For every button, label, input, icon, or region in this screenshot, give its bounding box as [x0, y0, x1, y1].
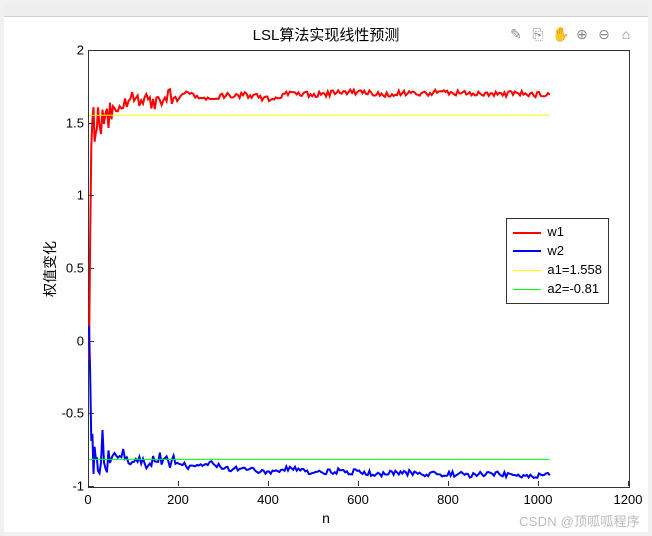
legend-swatch — [513, 270, 541, 271]
legend-swatch — [513, 250, 541, 252]
figure-toolbar — [4, 4, 648, 17]
legend-label: w1 — [547, 223, 564, 242]
legend-label: a1=1.558 — [547, 261, 602, 280]
legend-entry[interactable]: w1 — [513, 223, 602, 242]
x-tick-label: 600 — [347, 492, 369, 507]
x-tick-label: 0 — [84, 492, 91, 507]
x-tick-label: 400 — [257, 492, 279, 507]
legend-swatch — [513, 289, 541, 290]
y-tick-label: 1 — [44, 188, 84, 203]
y-tick-label: 0 — [44, 333, 84, 348]
legend-entry[interactable]: a2=-0.81 — [513, 280, 602, 299]
figure-window: LSL算法实现线性预测 ✎ ⎘ ✋ ⊕ ⊖ ⌂ w1w2a1=1.558a2=-… — [4, 4, 648, 532]
zoom-in-icon[interactable]: ⊕ — [574, 26, 590, 42]
datatip-icon[interactable]: ⎘ — [530, 26, 546, 42]
legend-entry[interactable]: w2 — [513, 242, 602, 261]
y-tick-label: -0.5 — [44, 406, 84, 421]
axes-toolstrip: ✎ ⎘ ✋ ⊕ ⊖ ⌂ — [508, 26, 634, 42]
series-w1 — [89, 89, 550, 359]
legend-swatch — [513, 232, 541, 234]
legend-label: a2=-0.81 — [547, 280, 599, 299]
y-tick-label: 0.5 — [44, 261, 84, 276]
y-tick-label: -1 — [44, 479, 84, 494]
legend[interactable]: w1w2a1=1.558a2=-0.81 — [506, 218, 609, 303]
x-tick-label: 1000 — [524, 492, 553, 507]
y-tick-label: 2 — [44, 43, 84, 58]
legend-entry[interactable]: a1=1.558 — [513, 261, 602, 280]
brush-icon[interactable]: ✎ — [508, 26, 524, 42]
zoom-out-icon[interactable]: ⊖ — [596, 26, 612, 42]
x-tick-label: 200 — [167, 492, 189, 507]
x-tick-label: 1200 — [614, 492, 643, 507]
x-tick-label: 800 — [437, 492, 459, 507]
axes[interactable]: w1w2a1=1.558a2=-0.81 — [88, 50, 630, 488]
x-axis-label: n — [4, 510, 648, 526]
y-tick-label: 1.5 — [44, 115, 84, 130]
pan-icon[interactable]: ✋ — [552, 26, 568, 42]
home-icon[interactable]: ⌂ — [618, 26, 634, 42]
series-w2 — [89, 326, 550, 478]
legend-label: w2 — [547, 242, 564, 261]
